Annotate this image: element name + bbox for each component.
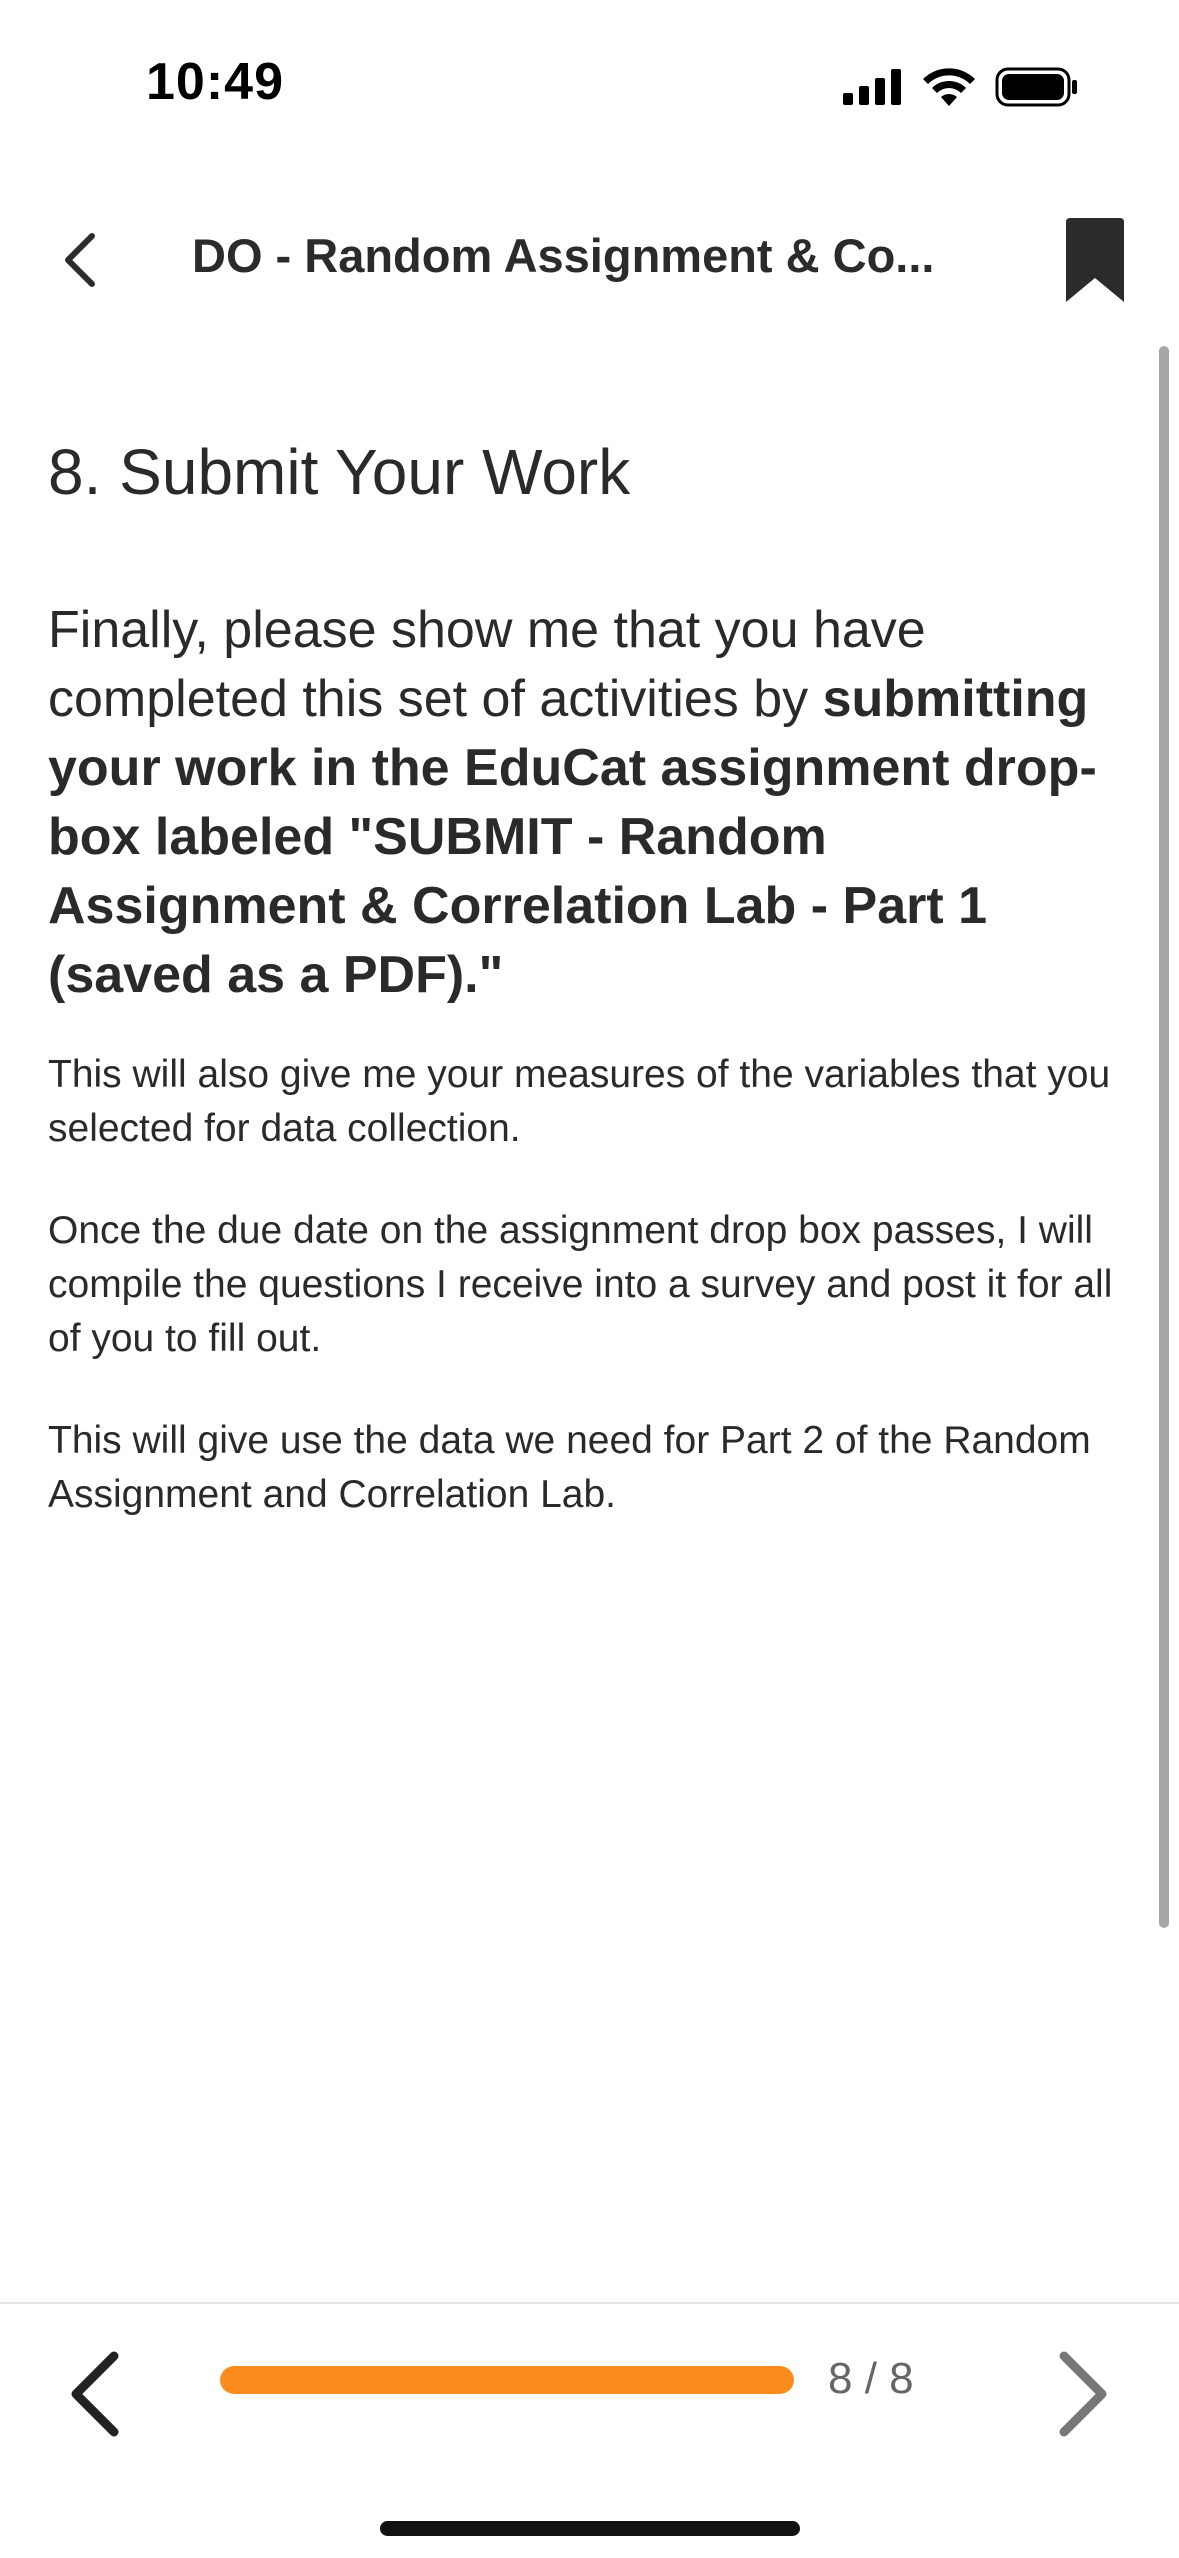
scrollbar[interactable] bbox=[1159, 346, 1169, 1928]
status-time: 10:49 bbox=[146, 53, 284, 111]
section-title: 8. Submit Your Work bbox=[48, 436, 631, 508]
chevron-right-icon bbox=[1059, 2351, 1107, 2437]
previous-page-button[interactable] bbox=[58, 2334, 138, 2454]
paragraph-measures: This will also give me your measures of … bbox=[48, 1053, 1111, 1150]
chevron-left-icon bbox=[65, 233, 95, 287]
status-icons bbox=[843, 62, 1079, 112]
next-page-button[interactable] bbox=[1040, 2334, 1120, 2454]
progress-bar bbox=[220, 2366, 794, 2394]
status-bar: 10:49 bbox=[0, 0, 1179, 150]
bookmark-button[interactable] bbox=[1060, 218, 1130, 304]
cellular-signal-icon bbox=[843, 69, 901, 105]
bottom-nav-bar: 8 / 8 bbox=[0, 2302, 1179, 2558]
battery-icon bbox=[995, 67, 1077, 107]
intro-paragraph: Finally, please show me that you have co… bbox=[48, 596, 1128, 1010]
nav-header: DO - Random Assignment & Co... bbox=[0, 200, 1179, 320]
page-counter: 8 / 8 bbox=[828, 2354, 914, 2403]
chevron-left-icon bbox=[71, 2351, 119, 2437]
page-title-header: DO - Random Assignment & Co... bbox=[192, 229, 935, 282]
paragraph-survey: Once the due date on the assignment drop… bbox=[48, 1209, 1113, 1360]
home-indicator[interactable] bbox=[380, 2521, 800, 2536]
bookmark-icon bbox=[1066, 218, 1124, 302]
back-button[interactable] bbox=[40, 220, 120, 300]
lesson-content: 8. Submit Your Work Finally, please show… bbox=[48, 430, 1128, 1522]
paragraph-part-two: This will give use the data we need for … bbox=[48, 1419, 1091, 1516]
progress-fill bbox=[220, 2366, 794, 2394]
wifi-icon bbox=[923, 68, 975, 106]
intro-text: Finally, please show me that you have co… bbox=[48, 601, 926, 728]
